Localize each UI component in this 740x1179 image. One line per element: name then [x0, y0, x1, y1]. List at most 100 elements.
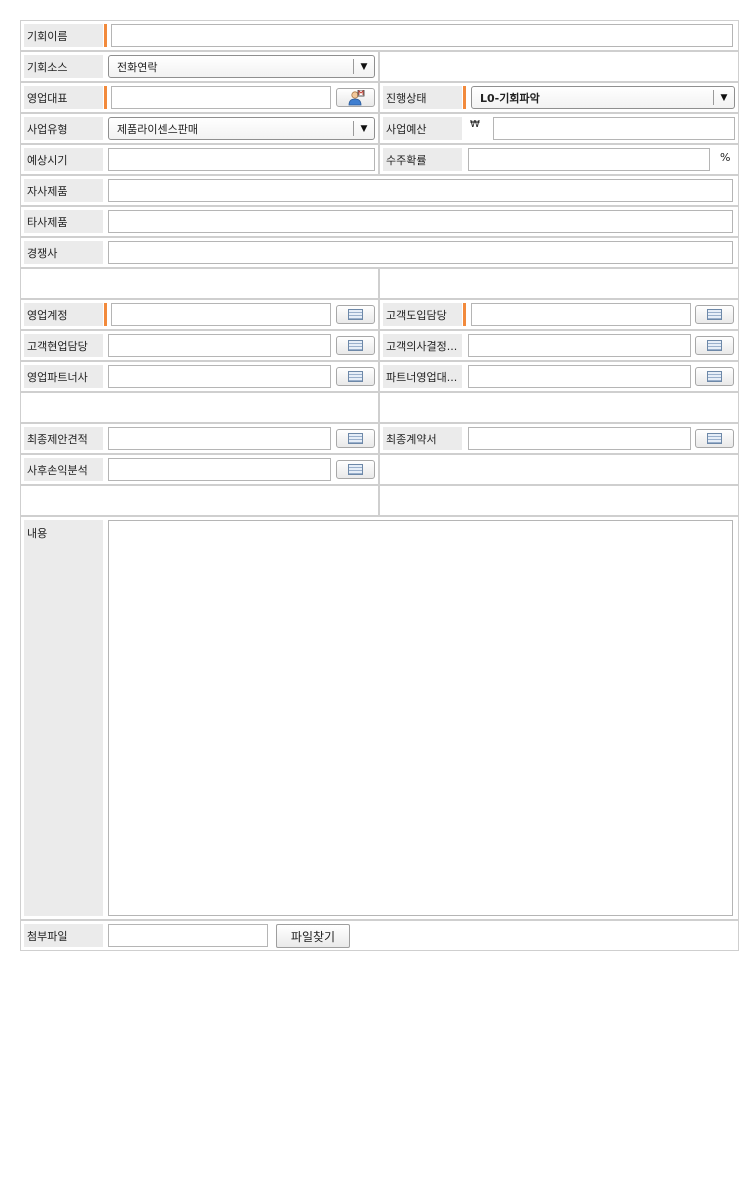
customer-decision-maker-label: 고객의사결정... — [383, 334, 462, 357]
cell-progress-status: 진행상태 L0-기회파악 ▼ — [379, 82, 739, 113]
cell-empty — [379, 268, 739, 299]
cell-business-budget: 사업예산 ₩ — [379, 113, 739, 144]
required-marker — [104, 303, 107, 326]
business-type-label: 사업유형 — [24, 117, 103, 140]
expected-time-label: 예상시기 — [24, 148, 103, 171]
row-other-products: 타사제품 — [20, 206, 739, 237]
final-proposal-quote-input[interactable] — [108, 427, 331, 450]
competitors-label: 경쟁사 — [24, 241, 103, 264]
cell-competitors: 경쟁사 — [20, 237, 739, 268]
chevron-down-icon: ▼ — [353, 59, 374, 74]
opportunity-source-select[interactable]: 전화연락 ▼ — [108, 55, 375, 78]
cell-empty — [20, 485, 379, 516]
sales-rep-label: 영업대표 — [24, 86, 103, 109]
row-sales-account: 영업계정 고객도입담당 — [20, 299, 739, 330]
file-browse-button[interactable]: 파일찾기 — [276, 924, 350, 948]
progress-status-value: L0-기회파악 — [480, 91, 540, 105]
chevron-down-icon: ▼ — [713, 90, 734, 105]
partner-sales-rep-input[interactable] — [468, 365, 691, 388]
calendar-icon — [707, 371, 722, 382]
row-spacer — [20, 392, 739, 423]
final-contract-input[interactable] — [468, 427, 691, 450]
cell-post-profit-analysis: 사후손익분석 — [20, 454, 379, 485]
sales-account-lookup-button[interactable] — [336, 305, 375, 324]
opportunity-source-value: 전화연락 — [117, 60, 158, 74]
calendar-icon — [348, 371, 363, 382]
final-contract-lookup-button[interactable] — [695, 429, 734, 448]
partner-sales-rep-label: 파트너영업대... — [383, 365, 462, 388]
calendar-icon — [348, 464, 363, 475]
final-proposal-quote-lookup-button[interactable] — [336, 429, 375, 448]
expected-time-input[interactable] — [108, 148, 375, 171]
business-type-select[interactable]: 제품라이센스판매 ▼ — [108, 117, 375, 140]
sales-partner-lookup-button[interactable] — [336, 367, 375, 386]
customer-adoption-contact-input[interactable] — [471, 303, 691, 326]
customer-field-contact-input[interactable] — [108, 334, 331, 357]
win-probability-input[interactable] — [468, 148, 710, 171]
required-marker — [104, 86, 107, 109]
sales-partner-label: 영업파트너사 — [24, 365, 103, 388]
row-customer-field-contact: 고객현업담당 고객의사결정... — [20, 330, 739, 361]
sales-rep-input[interactable] — [111, 86, 331, 109]
content-label: 내용 — [24, 520, 103, 916]
customer-decision-maker-lookup-button[interactable] — [695, 336, 734, 355]
sales-account-input[interactable] — [111, 303, 331, 326]
opportunity-name-input[interactable] — [111, 24, 733, 47]
post-profit-analysis-input[interactable] — [108, 458, 331, 481]
row-post-profit-analysis: 사후손익분석 — [20, 454, 739, 485]
percent-unit: % — [720, 151, 731, 164]
partner-sales-rep-lookup-button[interactable] — [695, 367, 734, 386]
sales-partner-input[interactable] — [108, 365, 331, 388]
required-marker — [104, 24, 107, 47]
cell-expected-time: 예상시기 — [20, 144, 379, 175]
attachment-file-input[interactable] — [108, 924, 268, 947]
cell-empty — [379, 392, 739, 423]
competitors-input[interactable] — [108, 241, 733, 264]
content-textarea[interactable] — [108, 520, 733, 916]
cell-sales-partner: 영업파트너사 — [20, 361, 379, 392]
calendar-icon — [707, 433, 722, 444]
cell-empty — [20, 268, 379, 299]
sales-rep-search-button[interactable] — [336, 88, 375, 107]
row-expected-time: 예상시기 수주확률 % — [20, 144, 739, 175]
customer-field-contact-label: 고객현업담당 — [24, 334, 103, 357]
cell-attachment: 첨부파일 파일찾기 — [20, 920, 739, 951]
progress-status-select[interactable]: L0-기회파악 ▼ — [471, 86, 735, 109]
calendar-icon — [348, 340, 363, 351]
other-products-label: 타사제품 — [24, 210, 103, 233]
customer-decision-maker-input[interactable] — [468, 334, 691, 357]
currency-symbol: ₩ — [470, 119, 480, 130]
cell-sales-rep: 영업대표 — [20, 82, 379, 113]
own-products-label: 자사제품 — [24, 179, 103, 202]
calendar-icon — [348, 309, 363, 320]
post-profit-analysis-label: 사후손익분석 — [24, 458, 103, 481]
customer-adoption-contact-lookup-button[interactable] — [695, 305, 734, 324]
cell-partner-sales-rep: 파트너영업대... — [379, 361, 739, 392]
calendar-icon — [348, 433, 363, 444]
row-opportunity-source: 기회소스 전화연락 ▼ — [20, 51, 739, 82]
cell-empty — [379, 51, 739, 82]
row-spacer — [20, 485, 739, 516]
cell-customer-decision-maker: 고객의사결정... — [379, 330, 739, 361]
required-marker — [463, 303, 466, 326]
row-attachment: 첨부파일 파일찾기 — [20, 920, 739, 951]
customer-field-contact-lookup-button[interactable] — [336, 336, 375, 355]
row-competitors: 경쟁사 — [20, 237, 739, 268]
cell-final-proposal-quote: 최종제안견적 — [20, 423, 379, 454]
row-sales-rep: 영업대표 진행상태 L0-기회파악 ▼ — [20, 82, 739, 113]
cell-other-products: 타사제품 — [20, 206, 739, 237]
cell-business-type: 사업유형 제품라이센스판매 ▼ — [20, 113, 379, 144]
required-marker — [463, 86, 466, 109]
post-profit-analysis-lookup-button[interactable] — [336, 460, 375, 479]
chevron-down-icon: ▼ — [353, 121, 374, 136]
cell-content: 내용 — [20, 516, 739, 920]
own-products-input[interactable] — [108, 179, 733, 202]
row-own-products: 자사제품 — [20, 175, 739, 206]
business-type-value: 제품라이센스판매 — [117, 122, 198, 136]
cell-sales-account: 영업계정 — [20, 299, 379, 330]
business-budget-input[interactable] — [493, 117, 735, 140]
cell-own-products: 자사제품 — [20, 175, 739, 206]
row-opportunity-name: 기회이름 — [20, 20, 739, 51]
cell-final-contract: 최종계약서 — [379, 423, 739, 454]
other-products-input[interactable] — [108, 210, 733, 233]
